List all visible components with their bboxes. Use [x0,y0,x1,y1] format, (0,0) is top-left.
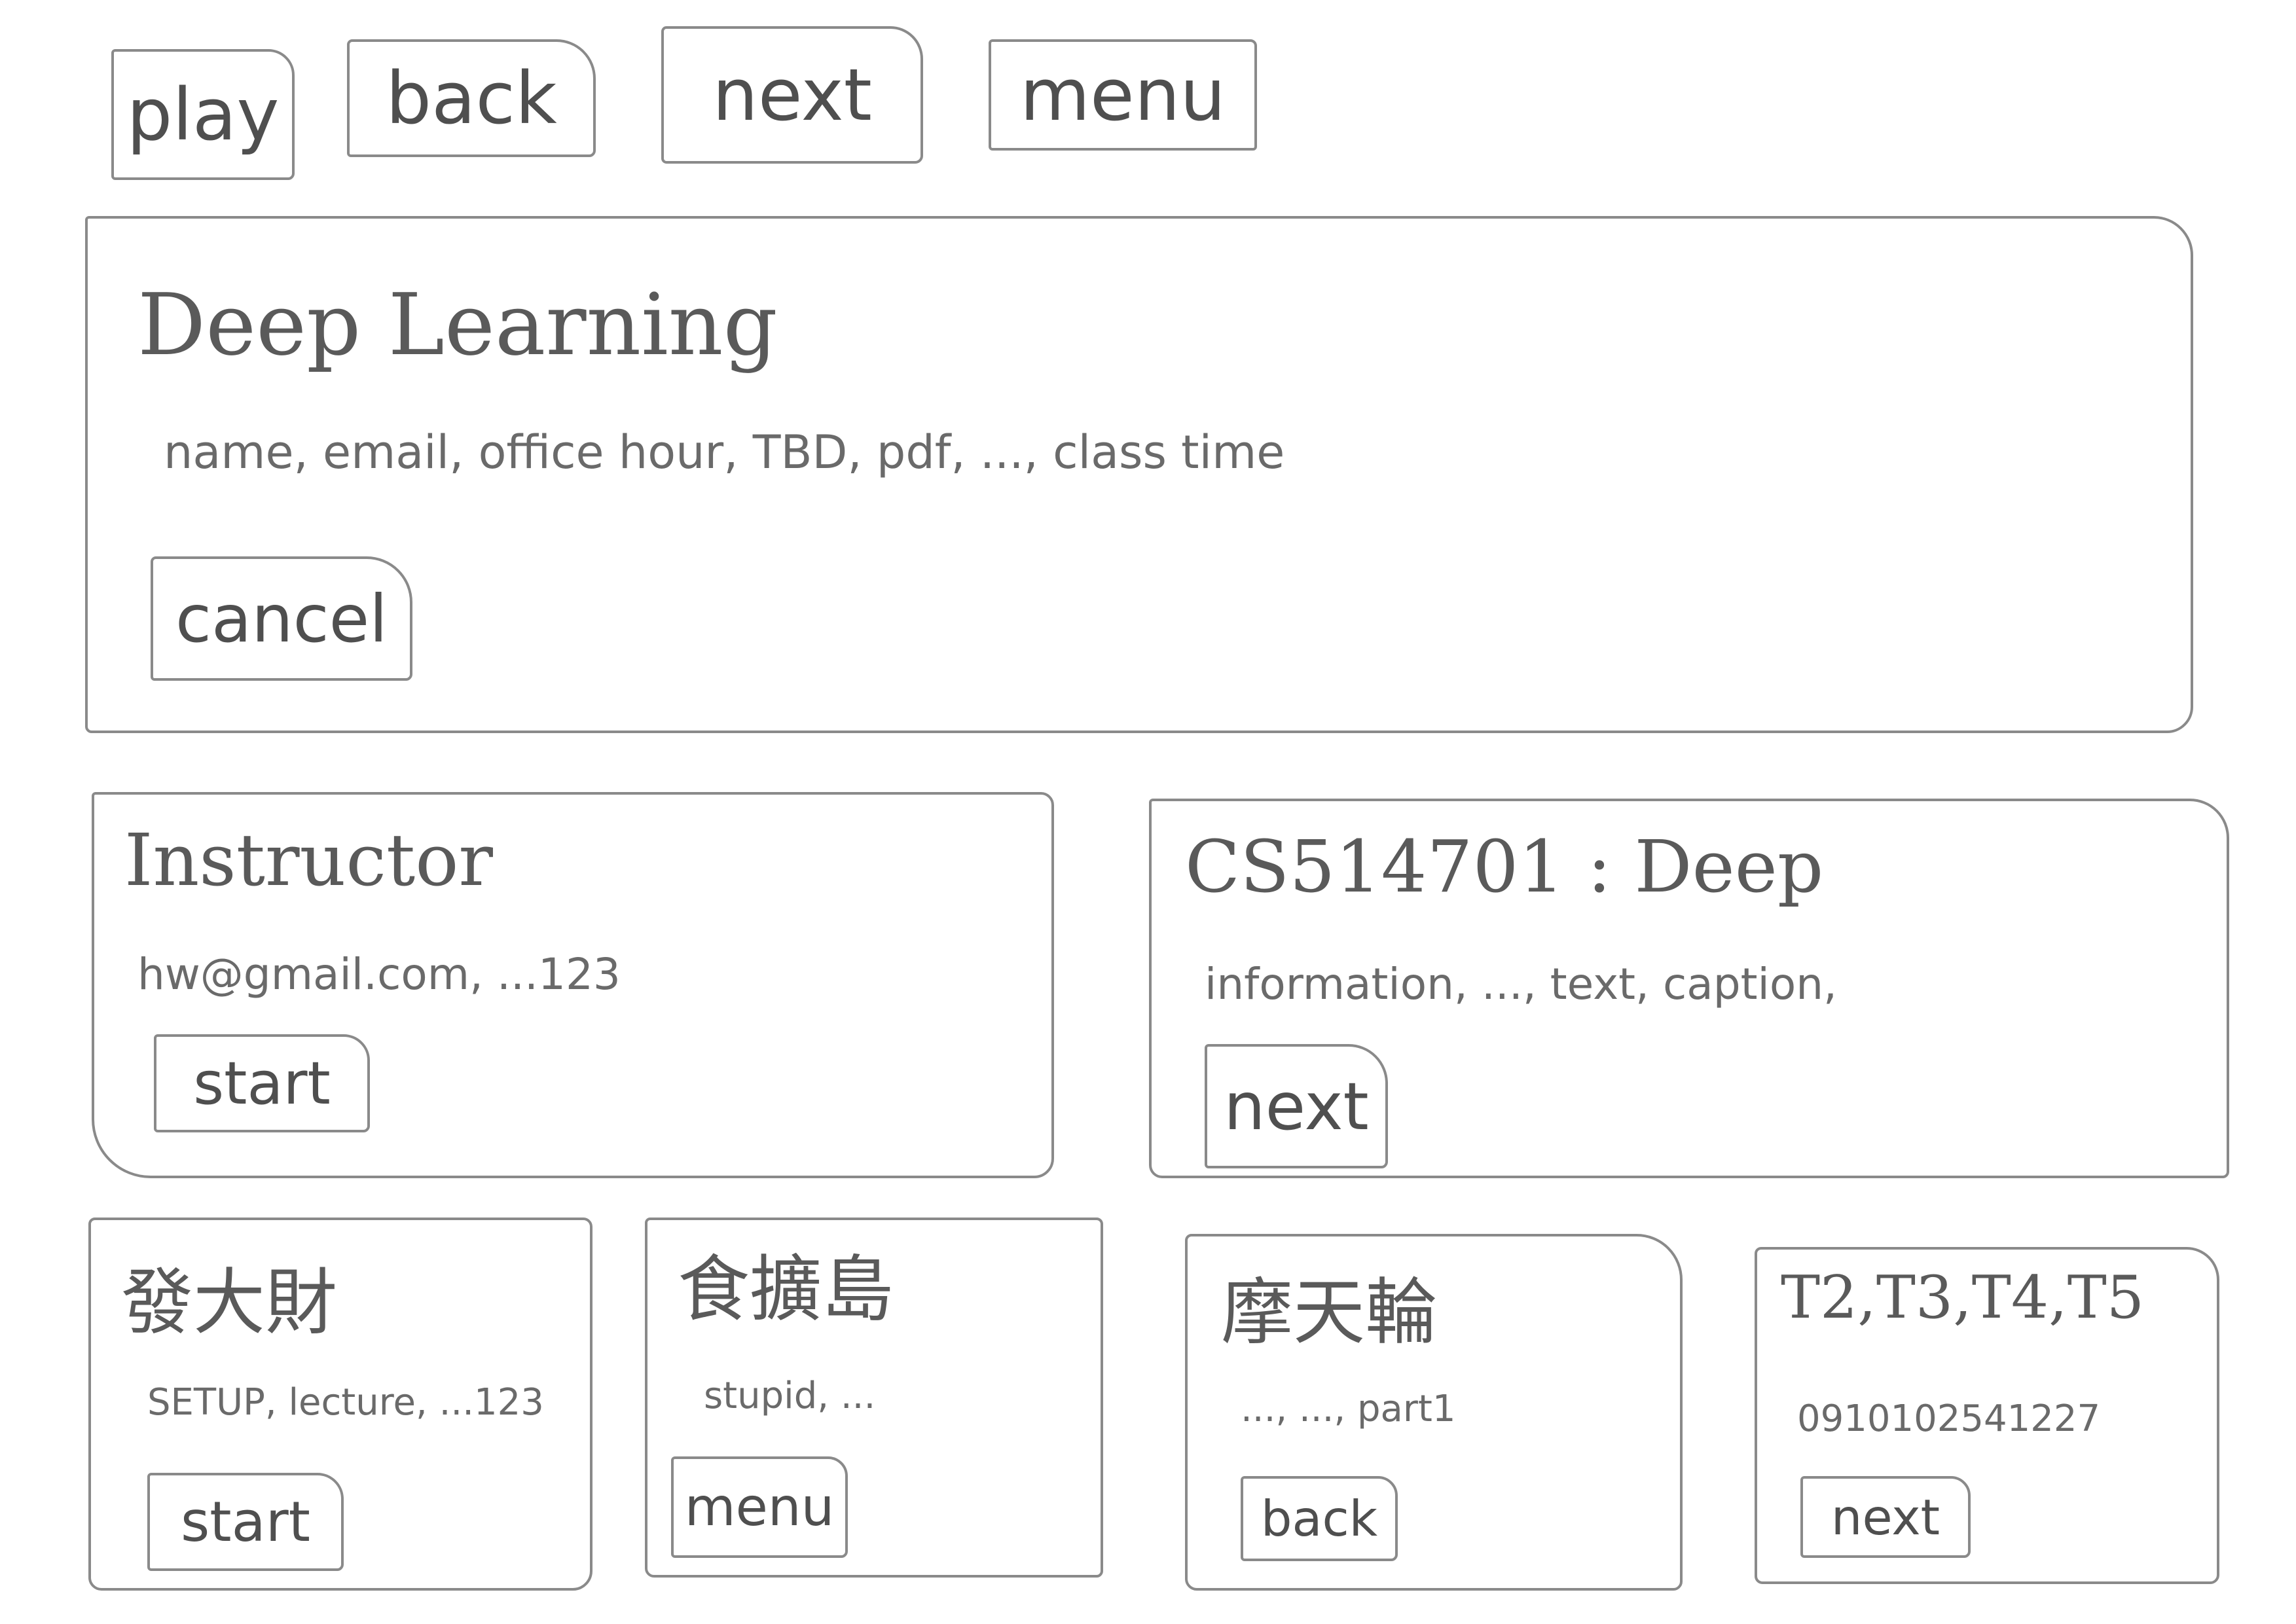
small-card-detail: ..., ..., part1 [1241,1388,1456,1430]
course-title: Deep Learning [137,275,778,374]
start-button[interactable]: start [154,1034,370,1132]
course-info-line: name, email, office hour, TBD, pdf, ...,… [164,425,1285,479]
small-card-title: 摩天輪 [1221,1271,1437,1354]
small-card-title: T2,T3,T4,T5 [1781,1263,2144,1332]
back-button[interactable]: back [347,39,596,157]
small-card-title: 食擴島 [678,1248,894,1331]
small-card-detail: 0910102541227 [1797,1398,2101,1440]
menu-button[interactable]: menu [989,39,1257,151]
instructor-contact: hw@gmail.com, ...123 [137,949,621,1000]
next-button[interactable]: next [661,26,923,164]
small-card-back-button[interactable]: back [1241,1476,1398,1561]
small-card-detail: SETUP, lecture, ...123 [147,1381,544,1424]
small-card-detail: stupid, ... [704,1375,876,1417]
course-code-title: CS514701 : Deep [1185,825,1824,909]
small-card-next-button[interactable]: next [1800,1476,1971,1558]
small-card-start-button[interactable]: start [147,1473,344,1571]
play-button[interactable]: play [111,49,295,180]
small-card-title: 發大財 [121,1261,337,1344]
small-card-menu-button[interactable]: menu [671,1456,848,1558]
course-topics: information, ..., text, caption, [1205,959,1838,1009]
instructor-title: Instructor [124,818,493,902]
next-card-button[interactable]: next [1205,1044,1388,1168]
cancel-button[interactable]: cancel [151,556,412,681]
